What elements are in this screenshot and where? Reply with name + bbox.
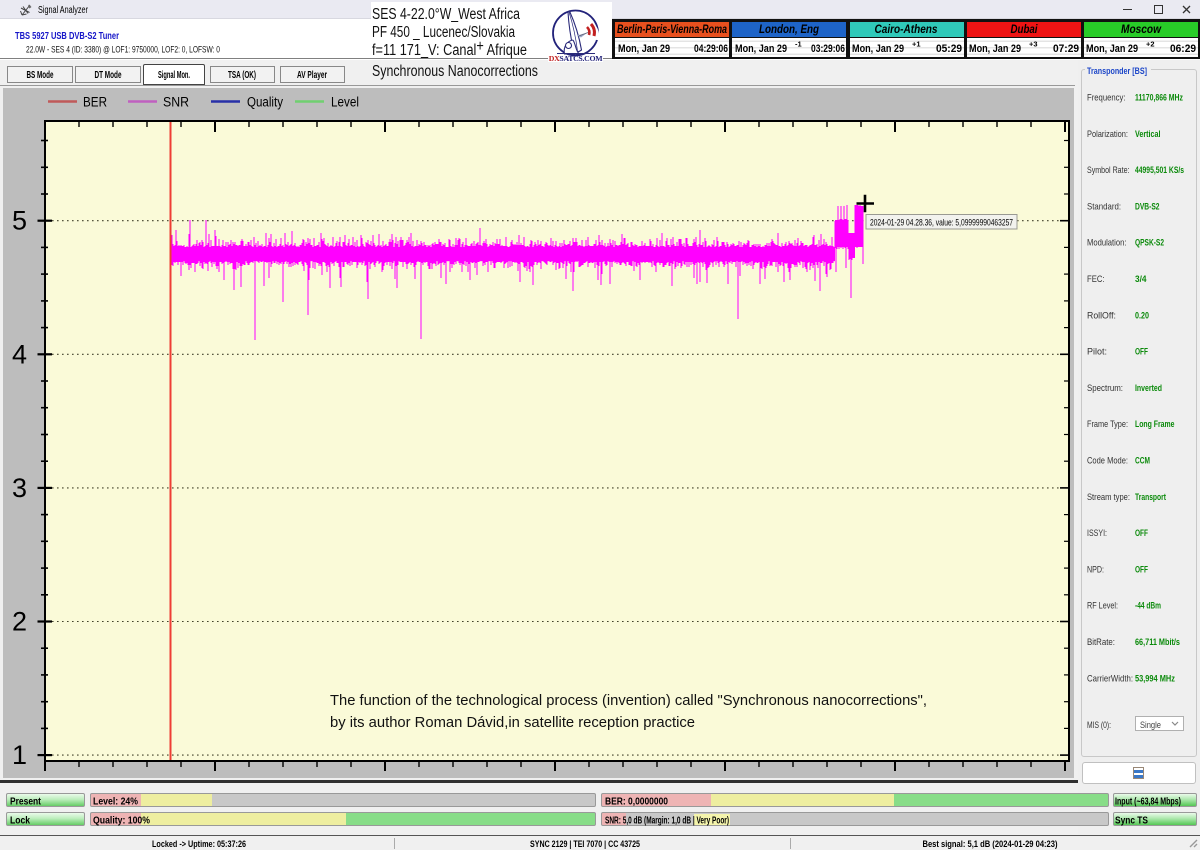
svg-text:DT Mode: DT Mode (95, 70, 122, 81)
svg-text:Level: 24%: Level: 24% (93, 797, 138, 808)
svg-text:Symbol Rate:: Symbol Rate: (1087, 165, 1130, 176)
svg-text:Signal Mon.: Signal Mon. (158, 70, 190, 81)
svg-text:53,994 MHz: 53,994 MHz (1135, 673, 1175, 684)
svg-text:Mon, Jan 29: Mon, Jan 29 (969, 43, 1021, 55)
svg-text:+1: +1 (912, 40, 921, 49)
svg-text:Dubai: Dubai (1011, 24, 1039, 36)
svg-text:Standard:: Standard: (1087, 201, 1121, 212)
svg-text:AV Player: AV Player (297, 70, 327, 81)
svg-text:Synchronous Nanocorrections: Synchronous Nanocorrections (372, 63, 538, 80)
svg-text:Pilot:: Pilot: (1087, 347, 1107, 358)
svg-text:f=11 171_V: Canal+ Afrique: f=11 171_V: Canal+ Afrique (372, 38, 527, 59)
svg-text:Frequency:: Frequency: (1087, 93, 1126, 104)
svg-text:04:29:06: 04:29:06 (694, 43, 728, 55)
svg-text:OFF: OFF (1135, 528, 1148, 539)
svg-text:BitRate:: BitRate: (1087, 637, 1115, 648)
svg-text:-1: -1 (795, 40, 802, 49)
svg-text:Polarization:: Polarization: (1087, 129, 1128, 140)
svg-text:Cairo-Athens: Cairo-Athens (875, 24, 938, 36)
svg-text:ISSYI:: ISSYI: (1087, 528, 1107, 539)
svg-text:22.0W - SES 4 (ID: 3380) @ LOF: 22.0W - SES 4 (ID: 3380) @ LOF1: 9750000… (26, 45, 220, 56)
svg-text:+3: +3 (1029, 40, 1038, 49)
svg-text:TSA (OK): TSA (OK) (228, 70, 256, 81)
svg-text:CCM: CCM (1135, 456, 1150, 467)
svg-text:11170,866 MHz: 11170,866 MHz (1135, 93, 1183, 104)
svg-text:SES 4-22.0°W_West Africa: SES 4-22.0°W_West Africa (372, 6, 520, 23)
svg-text:Mon, Jan 29: Mon, Jan 29 (618, 43, 670, 55)
svg-text:RollOff:: RollOff: (1087, 310, 1116, 321)
svg-text:Berlin-Paris-Vienna-Roma: Berlin-Paris-Vienna-Roma (617, 24, 727, 36)
svg-text:Signal Analyzer: Signal Analyzer (38, 5, 88, 16)
svg-text:Inverted: Inverted (1135, 383, 1162, 394)
svg-text:0.20: 0.20 (1135, 310, 1149, 321)
svg-text:Present: Present (10, 797, 42, 808)
svg-text:CarrierWidth:: CarrierWidth: (1087, 673, 1133, 684)
svg-text:SNR: 5,0 dB (Margin: 1,0 dB |: SNR: 5,0 dB (Margin: 1,0 dB | Very Poor) (605, 816, 729, 827)
svg-text:3/4: 3/4 (1135, 274, 1147, 285)
svg-text:London, Eng: London, Eng (759, 24, 819, 36)
svg-text:Moscow: Moscow (1121, 24, 1162, 36)
svg-text:06:29: 06:29 (1170, 43, 1196, 55)
svg-text:Sync TS: Sync TS (1115, 816, 1148, 827)
svg-text:TBS 5927 USB DVB-S2 Tuner: TBS 5927 USB DVB-S2 Tuner (15, 30, 119, 42)
svg-text:Stream type:: Stream type: (1087, 492, 1130, 503)
svg-text:PF 450 _ Lucenec/Slovakia: PF 450 _ Lucenec/Slovakia (372, 24, 515, 41)
svg-text:MIS (0):: MIS (0): (1087, 720, 1111, 731)
svg-text:QPSK-S2: QPSK-S2 (1135, 238, 1164, 249)
svg-text:BS Mode: BS Mode (27, 70, 54, 81)
svg-text:Spectrum:: Spectrum: (1087, 383, 1123, 394)
svg-text:Best signal: 5,1 dB (2024-01-2: Best signal: 5,1 dB (2024-01-29 04:23) (923, 839, 1058, 850)
svg-text:OFF: OFF (1135, 347, 1148, 358)
svg-text:Transponder [BS]: Transponder [BS] (1087, 66, 1147, 77)
svg-text:Code Mode:: Code Mode: (1087, 456, 1128, 467)
svg-text:SYNC 2129 | TEI 7070 | CC 4372: SYNC 2129 | TEI 7070 | CC 43725 (530, 839, 641, 850)
svg-text:66,711 Mbit/s: 66,711 Mbit/s (1135, 637, 1180, 648)
svg-text:Lock: Lock (10, 816, 30, 827)
svg-text:44995,501 KS/s: 44995,501 KS/s (1135, 165, 1184, 176)
svg-text:07:29: 07:29 (1053, 43, 1079, 55)
svg-text:05:29: 05:29 (936, 43, 962, 55)
svg-text:Vertical: Vertical (1135, 129, 1161, 140)
svg-text:-44 dBm: -44 dBm (1135, 601, 1161, 612)
svg-text:OFF: OFF (1135, 564, 1148, 575)
svg-text:Modulation:: Modulation: (1087, 238, 1127, 249)
svg-text:03:29:06: 03:29:06 (811, 43, 845, 55)
svg-text:Single: Single (1140, 720, 1161, 730)
svg-text:Transport: Transport (1135, 492, 1167, 503)
svg-text:Frame Type:: Frame Type: (1087, 419, 1128, 430)
svg-text:Locked -> Uptime: 05:37:26: Locked -> Uptime: 05:37:26 (152, 839, 246, 850)
svg-text:DVB-S2: DVB-S2 (1135, 201, 1160, 212)
svg-text:Mon, Jan 29: Mon, Jan 29 (1086, 43, 1138, 55)
svg-text:Mon, Jan 29: Mon, Jan 29 (735, 43, 787, 55)
svg-text:Input (~63,84 Mbps): Input (~63,84 Mbps) (1115, 797, 1181, 808)
svg-text:+2: +2 (1146, 40, 1155, 49)
svg-text:BER: 0,0000000: BER: 0,0000000 (605, 797, 668, 808)
svg-text:Quality: 100%: Quality: 100% (93, 816, 150, 827)
svg-text:FEC:: FEC: (1087, 274, 1105, 285)
svg-text:RF Level:: RF Level: (1087, 601, 1118, 612)
svg-text:Long Frame: Long Frame (1135, 419, 1175, 430)
svg-text:NPD:: NPD: (1087, 564, 1104, 575)
svg-text:Mon, Jan 29: Mon, Jan 29 (852, 43, 904, 55)
